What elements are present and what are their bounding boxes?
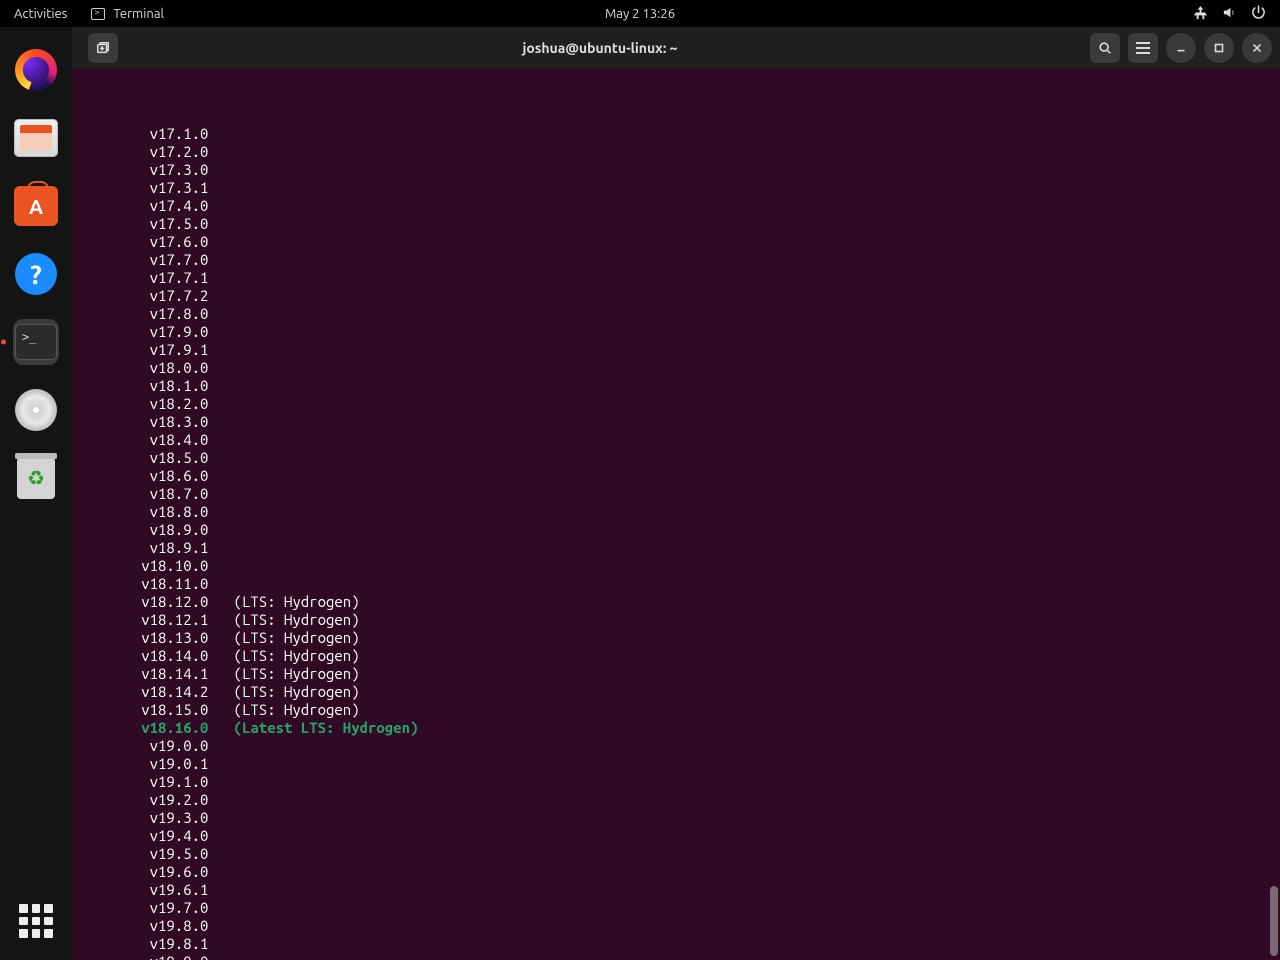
output-line: v17.5.0	[74, 215, 1280, 233]
terminal-window: joshua@ubuntu-linux: ~ v17.1.0 v17.2.0 v…	[72, 27, 1280, 960]
show-applications-button[interactable]	[19, 904, 53, 938]
output-line: v18.1.0	[74, 377, 1280, 395]
dock-firefox[interactable]	[13, 47, 59, 93]
output-line: v17.3.1	[74, 179, 1280, 197]
output-line: v18.13.0 (LTS: Hydrogen)	[74, 629, 1280, 647]
help-icon: ?	[15, 253, 57, 295]
output-line: v18.9.1	[74, 539, 1280, 557]
output-line: v18.3.0	[74, 413, 1280, 431]
output-line: v18.16.0 (Latest LTS: Hydrogen)	[74, 719, 1280, 737]
output-line: v18.2.0	[74, 395, 1280, 413]
terminal-icon	[91, 8, 105, 20]
output-line: v19.8.1	[74, 935, 1280, 953]
output-line: v17.9.1	[74, 341, 1280, 359]
hamburger-menu-button[interactable]	[1128, 33, 1158, 63]
output-line: v18.8.0	[74, 503, 1280, 521]
output-line: v17.1.0	[74, 125, 1280, 143]
output-line: v18.9.0	[74, 521, 1280, 539]
output-line: v18.5.0	[74, 449, 1280, 467]
output-line: v19.6.0	[74, 863, 1280, 881]
output-line: v17.7.0	[74, 251, 1280, 269]
output-line: v18.15.0 (LTS: Hydrogen)	[74, 701, 1280, 719]
dock-trash[interactable]	[13, 455, 59, 501]
output-line: v18.14.1 (LTS: Hydrogen)	[74, 665, 1280, 683]
output-line: v17.2.0	[74, 143, 1280, 161]
output-line: v19.0.1	[74, 755, 1280, 773]
dock-files[interactable]	[13, 115, 59, 161]
output-line: v19.4.0	[74, 827, 1280, 845]
output-line: v19.6.1	[74, 881, 1280, 899]
output-line: v18.10.0	[74, 557, 1280, 575]
app-menu[interactable]: Terminal	[81, 7, 174, 21]
scrollbar-thumb[interactable]	[1270, 886, 1278, 956]
output-line: v18.7.0	[74, 485, 1280, 503]
dock-help[interactable]: ?	[13, 251, 59, 297]
output-line: v18.12.0 (LTS: Hydrogen)	[74, 593, 1280, 611]
output-line: v19.3.0	[74, 809, 1280, 827]
output-line: v17.7.2	[74, 287, 1280, 305]
system-tray[interactable]	[1193, 5, 1280, 23]
output-line: v19.2.0	[74, 791, 1280, 809]
trash-icon	[17, 457, 55, 499]
output-line: v17.6.0	[74, 233, 1280, 251]
software-icon	[14, 186, 58, 226]
output-line: v18.11.0	[74, 575, 1280, 593]
output-line: v18.0.0	[74, 359, 1280, 377]
network-icon[interactable]	[1193, 5, 1208, 23]
new-tab-button[interactable]	[88, 33, 118, 63]
files-icon	[14, 119, 58, 157]
minimize-button[interactable]	[1166, 33, 1196, 63]
output-line: v19.0.0	[74, 737, 1280, 755]
titlebar: joshua@ubuntu-linux: ~	[72, 27, 1280, 69]
output-line: v18.4.0	[74, 431, 1280, 449]
dock-software[interactable]	[13, 183, 59, 229]
output-line: v17.8.0	[74, 305, 1280, 323]
terminal-app-icon	[15, 324, 57, 360]
dock: ?	[0, 27, 72, 960]
terminal-output[interactable]: v17.1.0 v17.2.0 v17.3.0 v17.3.1 v17.4.0 …	[72, 69, 1280, 960]
dock-terminal[interactable]	[13, 319, 59, 365]
output-line: v17.3.0	[74, 161, 1280, 179]
window-title: joshua@ubuntu-linux: ~	[118, 40, 1082, 56]
output-line: v18.14.2 (LTS: Hydrogen)	[74, 683, 1280, 701]
clock[interactable]: May 2 13:26	[605, 7, 675, 21]
output-line: v17.7.1	[74, 269, 1280, 287]
activities-button[interactable]: Activities	[0, 7, 81, 21]
close-button[interactable]	[1242, 33, 1272, 63]
app-menu-label: Terminal	[113, 7, 164, 21]
firefox-icon	[15, 49, 57, 91]
volume-icon[interactable]	[1222, 5, 1237, 23]
output-line: v18.6.0	[74, 467, 1280, 485]
output-line: v19.8.0	[74, 917, 1280, 935]
output-line: v19.1.0	[74, 773, 1280, 791]
power-icon[interactable]	[1251, 5, 1266, 23]
output-line: v19.5.0	[74, 845, 1280, 863]
output-line: v17.4.0	[74, 197, 1280, 215]
output-line: v18.14.0 (LTS: Hydrogen)	[74, 647, 1280, 665]
output-line: v19.7.0	[74, 899, 1280, 917]
output-line: v17.9.0	[74, 323, 1280, 341]
gnome-topbar: Activities Terminal May 2 13:26	[0, 0, 1280, 27]
search-button[interactable]	[1090, 33, 1120, 63]
output-line: v18.12.1 (LTS: Hydrogen)	[74, 611, 1280, 629]
maximize-button[interactable]	[1204, 33, 1234, 63]
dock-disc[interactable]	[13, 387, 59, 433]
disc-icon	[15, 389, 57, 431]
output-line: v19.9.0	[74, 953, 1280, 960]
